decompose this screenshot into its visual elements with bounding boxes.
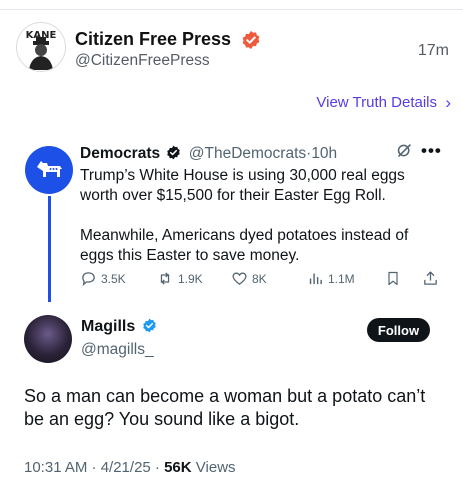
post-views-label: Views: [191, 459, 236, 476]
post-date[interactable]: 10:31 AM · 4/21/25 ·: [24, 459, 164, 476]
repost-icon: [160, 272, 170, 285]
verified-badge-icon: [142, 318, 156, 333]
chevron-right-icon[interactable]: ›: [445, 93, 451, 113]
democrats-avatar[interactable]: [25, 146, 73, 194]
share-button[interactable]: [422, 270, 439, 287]
repost-count: 1.9K: [178, 271, 203, 286]
view-truth-details-link[interactable]: View Truth Details: [316, 94, 437, 111]
reply-post-footer: 10:31 AM · 4/21/25 · 56K Views: [24, 459, 236, 476]
quoted-post-actions: 3.5K 1.9K 8K 1.1M: [80, 270, 445, 290]
quoted-post-paragraph: Meanwhile, Americans dyed potatoes inste…: [80, 227, 409, 264]
more-icon[interactable]: •••: [421, 141, 442, 161]
top-divider: [0, 9, 463, 10]
reply-button[interactable]: 3.5K: [80, 270, 126, 287]
views-icon: [309, 273, 322, 285]
quoted-author-handle[interactable]: @TheDemocrats: [189, 145, 306, 162]
views-button[interactable]: 1.1M: [307, 270, 355, 287]
quoted-author-name[interactable]: Democrats: [80, 145, 160, 162]
like-icon: [232, 272, 247, 285]
quoted-post-paragraph: Trump’s White House is using 30,000 real…: [80, 167, 405, 204]
source-avatar[interactable]: KANE: [16, 22, 66, 72]
kane-logo-icon: KANE: [26, 30, 57, 70]
verified-badge-icon: [242, 31, 260, 50]
reply-author-name[interactable]: Magills: [81, 318, 157, 336]
donkey-icon: [37, 161, 62, 177]
like-count: 8K: [252, 271, 267, 286]
reply-count: 3.5K: [101, 271, 126, 286]
follow-button[interactable]: Follow: [367, 318, 430, 342]
verified-badge-icon: [167, 145, 181, 160]
reply-icon: [82, 272, 95, 287]
repost-button[interactable]: 1.9K: [156, 270, 203, 287]
quoted-post-header: Democrats @TheDemocrats·10h: [80, 145, 337, 163]
grok-icon[interactable]: [396, 142, 413, 164]
magills-avatar[interactable]: [24, 315, 72, 363]
source-handle[interactable]: @CitizenFreePress: [75, 52, 210, 70]
views-count: 1.1M: [328, 271, 355, 286]
bookmark-icon: [388, 271, 398, 286]
quoted-post-body: Trump’s White House is using 30,000 real…: [80, 166, 440, 286]
source-time: 17m: [417, 42, 449, 59]
like-button[interactable]: 8K: [231, 270, 267, 287]
reply-author-handle[interactable]: @magills_: [81, 341, 154, 359]
share-icon: [424, 271, 437, 285]
bookmark-button[interactable]: [385, 270, 401, 287]
quoted-post-time[interactable]: 10h: [311, 145, 337, 162]
reply-post-text: So a man can become a woman but a potato…: [24, 386, 426, 429]
thread-line: [48, 196, 51, 302]
post-views-count: 56K: [164, 459, 192, 476]
source-name[interactable]: Citizen Free Press: [75, 29, 261, 50]
